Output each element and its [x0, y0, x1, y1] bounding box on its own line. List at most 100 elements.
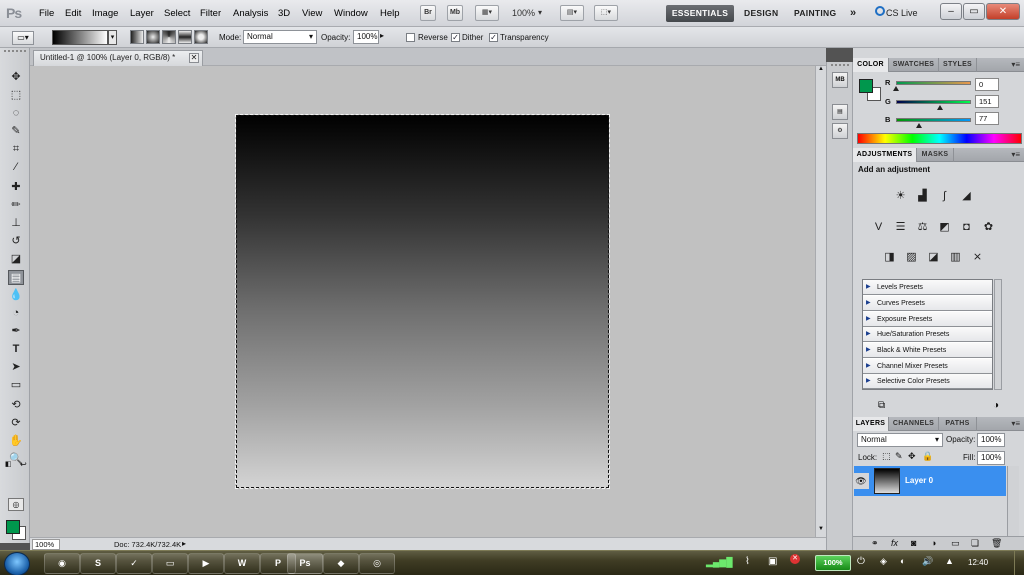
zoom-level-menu[interactable]: 100%	[512, 8, 535, 18]
green-value[interactable]: 151	[975, 95, 999, 108]
move-tool-icon[interactable]: ✥	[8, 70, 24, 85]
diamond-gradient-button[interactable]	[194, 30, 208, 44]
mode-select[interactable]: Normal ▾	[243, 30, 317, 44]
linear-gradient-button[interactable]	[130, 30, 144, 44]
power-plug-icon[interactable]: ⏻	[857, 556, 865, 567]
fill-field[interactable]: 100%	[977, 451, 1005, 465]
taskbar-firefox-icon[interactable]: ◉	[44, 553, 80, 574]
presets-scrollbar[interactable]	[994, 279, 1002, 390]
tray-icon-3[interactable]: ▲	[945, 556, 954, 566]
swap-colors-icon[interactable]: ↩	[20, 460, 27, 469]
lock-all-icon[interactable]: 🔒	[922, 451, 933, 462]
red-value[interactable]: 0	[975, 78, 999, 91]
preset-black-white[interactable]: Black & White Presets	[863, 343, 992, 358]
zoom-status-field[interactable]: 100%	[32, 539, 60, 550]
layer-style-icon[interactable]: fx	[891, 538, 898, 548]
document-size-status[interactable]: Doc: 732.4K/732.4K	[114, 540, 181, 549]
preset-curves[interactable]: Curves Presets	[863, 296, 992, 311]
taskbar-norton-icon[interactable]: ✓	[116, 553, 152, 574]
preset-exposure[interactable]: Exposure Presets	[863, 312, 992, 327]
menu-select[interactable]: Select	[164, 8, 190, 19]
eyedropper-tool-icon[interactable]: ⁄	[8, 160, 24, 175]
menu-view[interactable]: View	[302, 8, 322, 19]
posterize-icon[interactable]: ▨	[904, 250, 919, 265]
layers-scrollbar[interactable]	[1007, 466, 1019, 536]
workspace-painting[interactable]: PAINTING	[794, 5, 836, 22]
brightness-contrast-icon[interactable]: ☀	[893, 189, 908, 204]
taskbar-explorer-icon[interactable]: ▭	[152, 553, 188, 574]
tools-panel-grip[interactable]	[4, 50, 26, 56]
menu-help[interactable]: Help	[380, 8, 400, 19]
add-mask-icon[interactable]: ◙	[911, 538, 916, 548]
path-selection-tool-icon[interactable]: ➤	[8, 360, 24, 375]
tab-paths[interactable]: PATHS	[939, 417, 977, 431]
opacity-field[interactable]: 100%	[353, 30, 379, 44]
histogram-icon[interactable]: MB	[832, 72, 848, 88]
blur-tool-icon[interactable]: 💧	[8, 288, 24, 303]
layer-blend-mode-select[interactable]: Normal ▾	[857, 433, 943, 447]
taskbar-app2-icon[interactable]: ◎	[359, 553, 395, 574]
volume-icon[interactable]: 🔊	[922, 556, 933, 567]
marquee-tool-icon[interactable]: ⬚	[8, 88, 24, 103]
tab-adjustments[interactable]: ADJUSTMENTS	[853, 148, 917, 162]
dodge-tool-icon[interactable]: ◔	[8, 306, 24, 321]
blue-value[interactable]: 77	[975, 112, 999, 125]
scroll-up-icon[interactable]: ▲	[817, 66, 825, 75]
new-group-icon[interactable]: ▭	[951, 538, 960, 549]
minimize-button[interactable]: –	[940, 3, 962, 20]
green-slider-thumb[interactable]	[937, 105, 944, 110]
lock-position-icon[interactable]: ✥	[908, 451, 916, 462]
link-layers-icon[interactable]: ⚭	[871, 538, 879, 549]
radial-gradient-button[interactable]	[146, 30, 160, 44]
vertical-scrollbar[interactable]: ▲ ▼	[815, 66, 826, 537]
tab-swatches[interactable]: SWATCHES	[889, 58, 939, 72]
blue-slider-thumb[interactable]	[915, 123, 922, 128]
clip-to-layer-icon[interactable]: ⧉	[878, 400, 885, 411]
crop-tool-icon[interactable]: ⌗	[8, 142, 24, 157]
tool-preset-picker[interactable]: ▭▾	[12, 31, 34, 45]
tray-icon-2[interactable]: ◐	[900, 556, 905, 566]
taskbar-app-icon[interactable]: ◆	[323, 553, 359, 574]
3d-orbit-tool-icon[interactable]: ⟳	[8, 416, 24, 431]
more-workspaces-button[interactable]: »	[850, 5, 856, 22]
error-badge-icon[interactable]: ✕	[790, 554, 800, 564]
layer-row-layer-0[interactable]: 👁 Layer 0	[853, 466, 1006, 496]
wifi-icon[interactable]: ⌇	[745, 556, 750, 567]
eraser-tool-icon[interactable]: ◪	[8, 252, 24, 267]
blue-slider[interactable]	[896, 118, 971, 122]
healing-brush-tool-icon[interactable]: ✚	[8, 180, 24, 195]
quick-mask-button[interactable]: ◎	[8, 498, 24, 511]
gradient-map-icon[interactable]: ▥	[948, 250, 963, 265]
tab-color[interactable]: COLOR	[853, 58, 889, 72]
launch-minibridge-button[interactable]: Mb	[447, 5, 463, 21]
tab-masks[interactable]: MASKS	[917, 148, 954, 162]
tab-styles[interactable]: STYLES	[939, 58, 977, 72]
curves-icon[interactable]: ∫	[937, 189, 952, 204]
menu-3d[interactable]: 3D	[278, 8, 290, 19]
red-slider-thumb[interactable]	[893, 86, 899, 91]
dither-checkbox[interactable]: ✓	[451, 33, 460, 42]
pen-tool-icon[interactable]: ✒	[8, 324, 24, 339]
restore-button[interactable]: ▭	[963, 3, 985, 20]
angle-gradient-button[interactable]	[162, 30, 176, 44]
lasso-tool-icon[interactable]: ◌	[8, 106, 24, 121]
visibility-toggle-icon[interactable]: ◑	[993, 400, 999, 411]
dock-grip[interactable]	[831, 64, 849, 68]
menu-analysis[interactable]: Analysis	[233, 8, 268, 19]
close-button[interactable]: ✕	[986, 3, 1020, 20]
quick-selection-tool-icon[interactable]: ✎	[8, 124, 24, 139]
opacity-slider-toggle[interactable]: ▸	[380, 31, 389, 44]
history-panel-icon[interactable]: ▤	[832, 104, 848, 120]
menu-filter[interactable]: Filter	[200, 8, 221, 19]
battery-indicator[interactable]: 100%	[815, 555, 851, 571]
eye-icon[interactable]: 👁	[853, 473, 869, 489]
hand-tool-icon[interactable]: ✋	[8, 434, 24, 449]
clone-stamp-tool-icon[interactable]: ⊥	[8, 216, 24, 231]
adjustment-layer-icon[interactable]: ◑	[931, 538, 936, 548]
status-menu-icon[interactable]: ▸	[182, 539, 186, 548]
selective-color-icon[interactable]: ⨯	[970, 250, 985, 265]
menu-window[interactable]: Window	[334, 8, 368, 19]
transparency-checkbox[interactable]: ✓	[489, 33, 498, 42]
rectangle-tool-icon[interactable]: ▭	[8, 378, 24, 393]
workspace-design[interactable]: DESIGN	[744, 5, 778, 22]
